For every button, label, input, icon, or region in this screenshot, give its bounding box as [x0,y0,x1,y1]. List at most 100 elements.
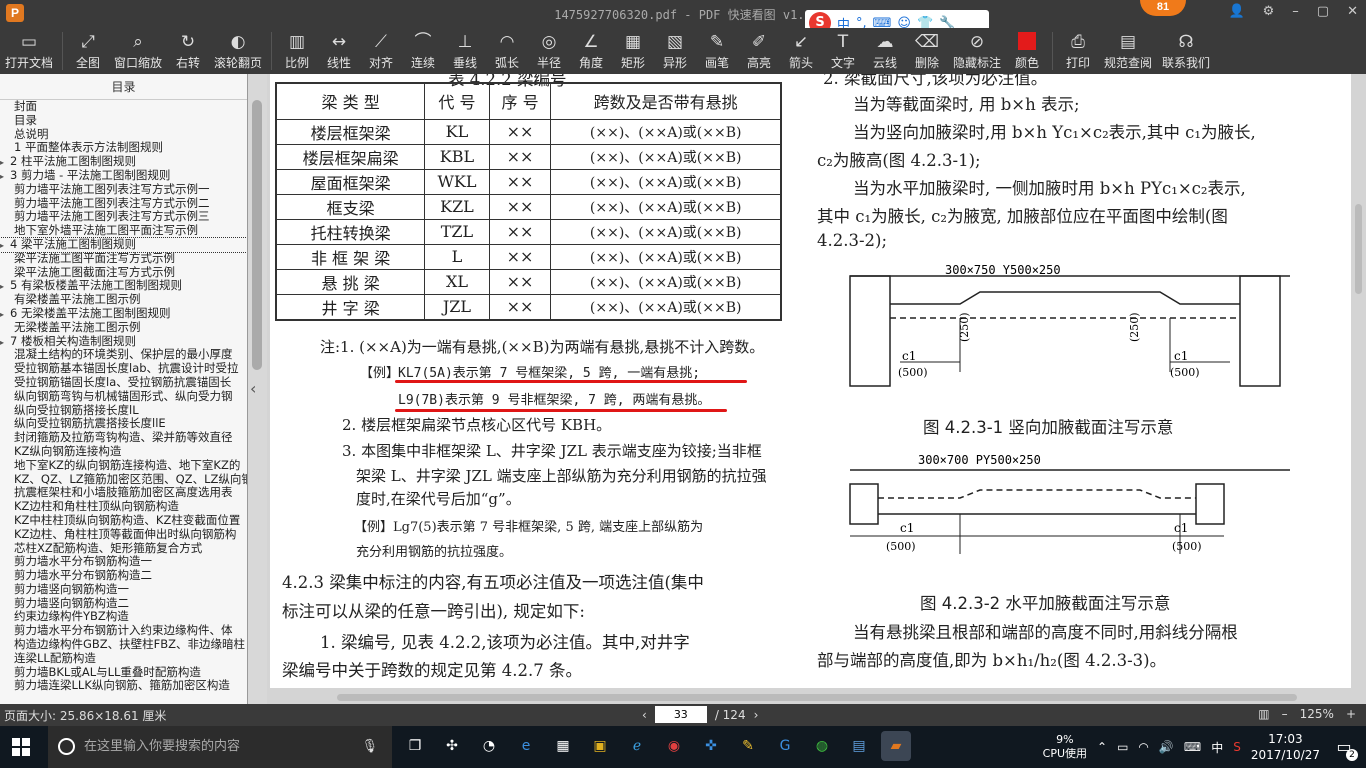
toc-item[interactable]: 无梁楼盖平法施工图示例 [0,321,247,335]
toc-item[interactable]: ▸ 6 无梁楼盖平法施工图制图规则 [0,307,247,321]
toolbar-irregular-area-button[interactable]: ▧ 异形 [654,28,696,74]
toolbar-arrow-button[interactable]: ↙ 箭头 [780,28,822,74]
expand-arrow-icon[interactable]: ▸ [0,336,10,349]
toolbar-text-button[interactable]: T 文字 [822,28,864,74]
toc-item[interactable]: 地下室外墙平法施工图平面注写示例 [0,224,247,238]
pdf-viewer-taskbar-icon[interactable]: ▰ [881,731,911,761]
toc-item[interactable]: 梁平法施工图截面注写方式示例 [0,266,247,280]
toc-item[interactable]: 构造边缘构件GBZ、扶壁柱FBZ、非边缘暗柱 [0,638,247,652]
toolbar-rectangle-area-button[interactable]: ▦ 矩形 [612,28,654,74]
notes-icon[interactable]: ✎ [733,731,763,761]
page-number-input[interactable]: 33 [654,706,707,723]
toc-item[interactable]: KZ边柱和角柱柱顶纵向钢筋构造 [0,500,247,514]
clock[interactable]: 17:03 2017/10/27 [1251,731,1320,763]
edge-icon[interactable]: e [511,731,541,761]
toolbar-rotate-right-button[interactable]: ↻ 右转 [167,28,209,74]
toc-item[interactable]: 剪力墙水平分布钢筋构造一 [0,555,247,569]
toolbar-cloud-line-button[interactable]: ☁ 云线 [864,28,906,74]
expand-arrow-icon[interactable]: ▸ [0,156,10,169]
person-icon[interactable]: 👤 [1228,4,1244,19]
toc-item[interactable]: 1 平面整体表示方法制图规则 [0,141,247,155]
toolbar-hide-markup-button[interactable]: ⊘ 隐藏标注 [948,28,1006,74]
toc-item[interactable]: ▸ 3 剪力墙 - 平法施工图制图规则 [0,169,247,183]
toolbar-eraser-button[interactable]: ⌫ 删除 [906,28,948,74]
minimize-icon[interactable]: – [1292,4,1299,19]
toolbar-scale-button[interactable]: ▥ 比例 [276,28,318,74]
toolbar-fit-all-button[interactable]: ⤢ 全图 [67,28,109,74]
task-view-icon[interactable]: ❐ [400,731,430,761]
ime-indicator[interactable]: 中 [1211,739,1223,756]
toolbar-linear-measure-button[interactable]: ↔ 线性 [318,28,360,74]
toolbar-mouse-wheel-button[interactable]: ◐ 滚轮翻页 [209,28,267,74]
microphone-icon[interactable]: 🎙 [361,726,378,768]
toc-item[interactable]: 约束边缘构件YBZ构造 [0,610,247,624]
green-app-icon[interactable]: ◍ [807,731,837,761]
close-icon[interactable]: ✕ [1347,4,1358,19]
toc-item[interactable]: 剪力墙连梁LLK纵向钢筋、箍筋加密区构造 [0,679,247,693]
toc-item[interactable]: 剪力墙竖向钢筋构造一 [0,583,247,597]
toolbar-zoom-window-button[interactable]: ⌕ 窗口缩放 [109,28,167,74]
toolbar-print-button[interactable]: ⎙ 打印 [1057,28,1099,74]
toc-item[interactable]: ▸ 5 有梁板楼盖平法施工图制图规则 [0,279,247,293]
toc-item[interactable]: KZ中柱柱顶纵向钢筋构造、KZ柱变截面位置 [0,514,247,528]
cpu-usage[interactable]: 9% CPU使用 [1043,733,1087,761]
tray-expand-icon[interactable]: ⌃ [1097,740,1107,754]
view-mode-icon[interactable]: ▥ [1258,707,1269,721]
document-viewer[interactable]: 表 4.2.2 梁编号 梁 类 型代 号序 号跨数及是否带有悬挑 楼层框架梁 KL… [267,74,1366,704]
maximize-icon[interactable]: ▢ [1317,4,1329,19]
toolbar-perpendicular-button[interactable]: ⊥ 垂线 [444,28,486,74]
windows-start-icon[interactable] [12,738,30,756]
next-page-icon[interactable]: › [754,708,759,722]
sogou-browser-icon[interactable]: ◔ [474,731,504,761]
toc-item[interactable]: 芯柱XZ配筋构造、矩形箍筋复合方式 [0,542,247,556]
toolbar-folder-button[interactable]: ▭ 打开文档 [0,28,58,74]
wifi-icon[interactable]: ◠ [1138,740,1148,754]
expand-arrow-icon[interactable]: ▸ [0,170,10,183]
toc-item[interactable]: 目录 [0,114,247,128]
expand-arrow-icon[interactable]: ▸ [0,239,10,252]
toolbar-angle-button[interactable]: ∠ 角度 [570,28,612,74]
toc-item[interactable]: 封闭箍筋及拉筋弯钩构造、梁并筋等效直径 [0,431,247,445]
battery-icon[interactable]: ▭ [1117,740,1128,754]
toolbar-highlight-button[interactable]: ✐ 高亮 [738,28,780,74]
toc-item[interactable]: 总说明 [0,128,247,142]
toc-item[interactable]: 剪力墙水平分布钢筋计入约束边缘构件、体 [0,624,247,638]
volume-icon[interactable]: 🔊 [1159,740,1174,754]
toc-item[interactable]: 剪力墙平法施工图列表注写方式示例三 [0,210,247,224]
store-icon[interactable]: ▦ [548,731,578,761]
prev-page-icon[interactable]: ‹ [642,708,647,722]
google-icon[interactable]: G [770,731,800,761]
ie-icon[interactable]: ℯ [622,731,652,761]
toc-item[interactable]: 剪力墙BKL或AL与LL重叠时配筋构造 [0,666,247,680]
toc-item[interactable]: 剪力墙水平分布钢筋构造二 [0,569,247,583]
photo-app-icon[interactable]: ▤ [844,731,874,761]
toc-item[interactable]: 纵向受拉钢筋抗震搭接长度llE [0,417,247,431]
expand-arrow-icon[interactable]: ▸ [0,280,10,293]
horizontal-scrollbar[interactable] [337,694,1297,701]
toc-item[interactable]: 纵向钢筋弯钩与机械锚固形式、纵向受力钢 [0,390,247,404]
toc-scroll-thumb[interactable] [252,100,262,370]
toolbar-arc-length-button[interactable]: ◠ 弧长 [486,28,528,74]
toolbar-radius-button[interactable]: ◎ 半径 [528,28,570,74]
zoom-level[interactable]: 125% [1300,707,1334,721]
toolbar-color-swatch-button[interactable]: 颜色 [1006,28,1048,74]
toc-scrollbar[interactable]: ‹ [248,74,267,704]
teamviewer-icon[interactable]: ✜ [696,731,726,761]
keyboard-tray-icon[interactable]: ⌨ [1184,740,1201,754]
toc-item[interactable]: 有梁楼盖平法施工图示例 [0,293,247,307]
toc-item[interactable]: 剪力墙平法施工图列表注写方式示例一 [0,183,247,197]
toc-item[interactable]: KZ纵向钢筋连接构造 [0,445,247,459]
toc-item[interactable]: 受拉钢筋基本锚固长度lab、抗震设计时受拉 [0,362,247,376]
sticky-app-icon[interactable]: ▣ [585,731,615,761]
toolbar-pen-button[interactable]: ✎ 画笔 [696,28,738,74]
toc-item[interactable]: 受拉钢筋锚固长度la、受拉钢筋抗震锚固长 [0,376,247,390]
toc-item[interactable]: 梁平法施工图平面注写方式示例 [0,252,247,266]
toolbar-book-button[interactable]: ▤ 规范查阅 [1099,28,1157,74]
expand-arrow-icon[interactable]: ▸ [0,308,10,321]
vertical-scrollbar[interactable] [1355,204,1362,294]
toc-item[interactable]: 连梁LL配筋构造 [0,652,247,666]
360-icon[interactable]: ◉ [659,731,689,761]
toc-item[interactable]: 剪力墙竖向钢筋构造二 [0,597,247,611]
collapse-panel-icon[interactable]: ‹ [250,379,256,398]
settings-icon[interactable]: ⚙ [1263,4,1275,19]
